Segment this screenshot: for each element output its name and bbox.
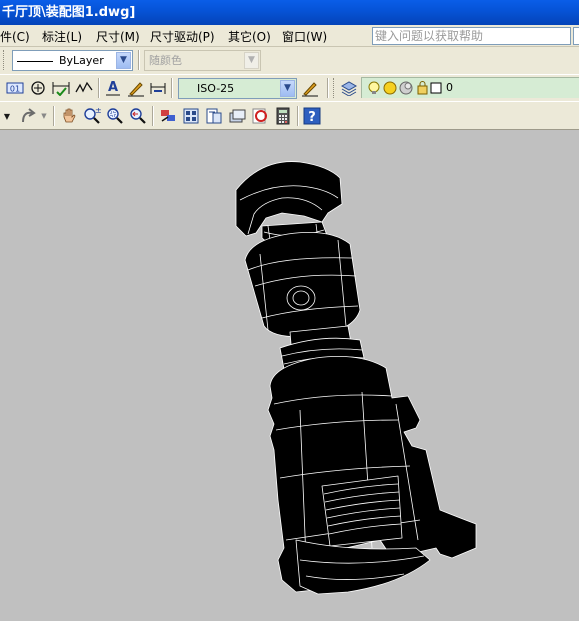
color-dropdown: 随颜色 ▼ <box>144 50 261 71</box>
toolbar-separator <box>53 106 55 126</box>
properties-toolbar: ByLayer ▼ 随颜色 ▼ <box>0 47 579 74</box>
toolbar-separator <box>138 50 140 70</box>
layer-lock-icon <box>417 81 428 95</box>
layer-color-swatch <box>430 82 442 94</box>
dim-edit-icon[interactable] <box>125 77 147 99</box>
center-mark-icon[interactable] <box>27 77 49 99</box>
chevron-down-icon[interactable]: ▼ <box>38 105 50 127</box>
chevron-down-icon[interactable]: ▼ <box>0 105 14 127</box>
linetype-sample <box>17 60 53 62</box>
menu-item-size[interactable]: 尺寸(M) <box>96 28 140 45</box>
menu-item-other[interactable]: 其它(O) <box>228 28 271 45</box>
help-search-input[interactable]: 键入问题以获取帮助 <box>372 27 571 45</box>
window-title: 厅顶\装配图1.dwg] <box>15 5 136 20</box>
menu-item-window[interactable]: 窗口(W) <box>282 28 327 45</box>
sheet-set-icon[interactable] <box>226 105 248 127</box>
toolbar-separator <box>98 78 100 98</box>
layer-on-icon <box>368 81 380 94</box>
toolbar-separator <box>297 106 299 126</box>
help-search-button-edge[interactable] <box>573 27 579 45</box>
tool-palettes-icon[interactable] <box>203 105 225 127</box>
model-cross-hole <box>286 285 316 311</box>
dim-linear-icon[interactable]: 01 <box>4 77 26 99</box>
chevron-down-icon[interactable]: ▼ <box>280 80 295 97</box>
linetype-value: ByLayer <box>59 54 104 67</box>
svg-text:01: 01 <box>10 85 20 94</box>
dim-continue-icon[interactable] <box>50 77 72 99</box>
assembly-model <box>235 161 477 595</box>
dim-text-icon[interactable]: A <box>102 77 124 99</box>
layer-manager-icon[interactable] <box>338 77 360 99</box>
zoom-realtime-icon[interactable]: ± <box>81 105 103 127</box>
toolbar-separator <box>327 78 329 98</box>
standard-toolbar: ▼ ▼ ± ? <box>0 101 579 130</box>
title-prefix: 千 <box>2 5 16 20</box>
toolbar-separator <box>152 106 154 126</box>
layer-freeze-icon <box>383 81 397 95</box>
layer-control[interactable]: 0 <box>361 77 579 98</box>
help-icon[interactable]: ? <box>301 105 323 127</box>
pan-icon[interactable] <box>58 105 80 127</box>
menu-item-file[interactable]: 件(C) <box>0 28 30 45</box>
layer-viewport-freeze-icon <box>399 81 413 95</box>
color-value: 随颜色 <box>149 54 182 67</box>
dimstyle-dropdown[interactable]: ISO-25 ▼ <box>178 78 297 99</box>
svg-text:?: ? <box>308 110 316 125</box>
markup-icon[interactable] <box>249 105 271 127</box>
svg-text:A: A <box>108 80 118 95</box>
model-upper-cylinder <box>244 232 361 338</box>
model-thread-lower <box>321 475 403 547</box>
dim-update-icon[interactable] <box>147 77 169 99</box>
linetype-dropdown[interactable]: ByLayer ▼ <box>12 50 133 71</box>
toolbar-grip[interactable] <box>3 50 6 70</box>
drawing-viewport[interactable] <box>0 130 579 621</box>
toolbar-separator <box>171 78 173 98</box>
zoom-previous-icon[interactable] <box>127 105 149 127</box>
chevron-down-icon: ▼ <box>244 52 259 69</box>
svg-text:±: ± <box>95 107 101 115</box>
zoom-window-icon[interactable] <box>104 105 126 127</box>
properties-icon[interactable] <box>157 105 179 127</box>
menu-item-dimension[interactable]: 标注(L) <box>42 28 82 45</box>
dimstyle-manager-icon[interactable] <box>299 77 321 99</box>
dimstyle-value: ISO-25 <box>197 82 235 95</box>
title-bar: 千厅顶\装配图1.dwg] <box>0 0 579 25</box>
redo-icon[interactable] <box>16 105 38 127</box>
design-center-icon[interactable] <box>180 105 202 127</box>
layer-current-value: 0 <box>446 81 453 94</box>
toolbar-grip[interactable] <box>333 78 336 98</box>
dim-jog-icon[interactable] <box>73 77 95 99</box>
model-base <box>295 539 431 595</box>
menu-item-size-drive[interactable]: 尺寸驱动(P) <box>150 28 215 45</box>
calculator-icon[interactable] <box>272 105 294 127</box>
chevron-down-icon[interactable]: ▼ <box>116 52 131 69</box>
